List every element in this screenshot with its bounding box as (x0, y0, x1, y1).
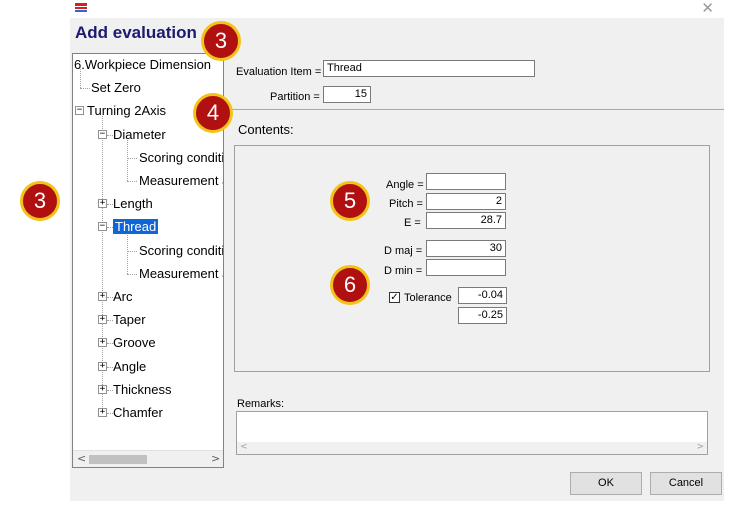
tolerance-checkbox[interactable]: ✓ (389, 292, 400, 303)
tree-item[interactable]: Angle (113, 357, 146, 377)
tolerance-label: Tolerance (404, 292, 452, 304)
tree-item-label: Set Zero (91, 80, 141, 96)
tree-item[interactable]: Arc (113, 287, 133, 307)
tree-item-label: Thickness (113, 381, 172, 397)
tree-item[interactable]: Taper (113, 310, 146, 330)
tree-connector (127, 250, 137, 252)
d-maj-label: D maj = (384, 245, 423, 257)
expand-icon[interactable]: + (98, 384, 107, 394)
collapse-icon[interactable]: − (98, 222, 107, 232)
expand-icon[interactable]: + (98, 315, 107, 325)
tree-item-label: Chamfer (113, 405, 163, 420)
tree-item[interactable]: 6.Workpiece Dimension (74, 55, 211, 75)
tree-connector (127, 157, 137, 159)
remarks-horizontal-scrollbar[interactable]: < > (237, 442, 707, 454)
tree-item[interactable]: Turning 2Axis (87, 101, 166, 121)
tree-item-label: Groove (113, 335, 156, 351)
tree-item[interactable]: Scoring conditio (139, 148, 224, 168)
title-bar: ✕ (70, 0, 724, 18)
tree-item[interactable]: Thickness (113, 380, 172, 400)
partition-field[interactable]: 15 (323, 86, 371, 103)
annotation-marker-3-tree: 3 (20, 181, 60, 221)
tree-item-label: Angle (113, 358, 147, 374)
tree-item-label: Scoring conditio (139, 149, 224, 165)
pitch-field[interactable]: 2 (426, 193, 506, 210)
add-evaluation-dialog: ✕ Add evaluation 6.Workpiece Dimension Se… (70, 0, 724, 501)
dialog-heading: Add evaluation (75, 23, 197, 42)
expand-icon[interactable]: + (98, 408, 107, 417)
tree-connector (127, 139, 128, 181)
expand-icon[interactable]: + (98, 292, 107, 301)
expand-icon[interactable]: + (98, 361, 107, 371)
angle-label: Angle = (386, 179, 424, 191)
scroll-left-icon[interactable]: < (77, 452, 86, 465)
tree-item[interactable]: Set Zero (91, 78, 141, 98)
tree-connector (80, 88, 90, 90)
cancel-button[interactable]: Cancel (650, 472, 722, 495)
tree-item[interactable]: Thread (113, 217, 159, 237)
collapse-icon[interactable]: − (98, 129, 107, 139)
remarks-scroll-right-icon[interactable]: > (696, 442, 704, 452)
tolerance-lower-field[interactable]: -0.25 (458, 307, 507, 324)
tree-item-label: Taper (113, 312, 146, 328)
collapse-icon[interactable]: − (75, 106, 84, 116)
tree-item-label: Turning 2Axis (87, 103, 166, 119)
e-field[interactable]: 28.7 (426, 212, 506, 229)
close-icon[interactable]: ✕ (701, 0, 714, 17)
scroll-thumb[interactable] (89, 455, 147, 464)
tree-item[interactable]: Scoring conditio (139, 241, 224, 261)
d-min-label: D min = (384, 265, 423, 277)
annotation-marker-6: 6 (330, 265, 370, 305)
tree-item-label: Thread (113, 219, 159, 235)
annotation-marker-5: 5 (330, 181, 370, 221)
tree-item-label: Measurement a (139, 173, 224, 188)
tree-connector (127, 181, 137, 182)
tree-horizontal-scrollbar[interactable]: < > (73, 450, 223, 467)
tree-item-label: Measurement a (139, 265, 224, 281)
annotation-marker-4: 4 (193, 93, 233, 133)
tolerance-upper-field[interactable]: -0.04 (458, 287, 507, 304)
remarks-input[interactable]: < > (236, 411, 708, 455)
tree-item[interactable]: Measurement a (139, 264, 224, 284)
tree-item[interactable]: Measurement a (139, 171, 224, 191)
tree-item[interactable]: Chamfer (113, 403, 163, 423)
evaluation-item-field[interactable]: Thread (323, 60, 535, 77)
tree-item-label: Arc (113, 289, 133, 304)
tree-item-label: Diameter (113, 126, 166, 142)
ok-button[interactable]: OK (570, 472, 642, 495)
tree-item-label: Length (113, 196, 153, 212)
evaluation-item-label: Evaluation Item = (236, 66, 322, 78)
contents-label: Contents: (238, 122, 294, 137)
e-label: E = (404, 217, 421, 229)
remarks-scroll-left-icon[interactable]: < (240, 442, 248, 452)
scroll-right-icon[interactable]: > (211, 452, 220, 465)
annotation-marker-3-heading: 3 (201, 21, 241, 61)
partition-label: Partition = (270, 91, 320, 103)
d-min-field[interactable] (426, 259, 506, 276)
expand-icon[interactable]: + (98, 199, 107, 209)
tree-item[interactable]: Groove (113, 333, 156, 353)
remarks-label: Remarks: (237, 398, 285, 410)
tree-item-label: 6.Workpiece Dimension (74, 57, 212, 72)
pitch-label: Pitch = (389, 198, 423, 210)
tree-connector (127, 273, 137, 275)
angle-field[interactable] (426, 173, 506, 190)
tree-item-label: Scoring conditio (139, 242, 224, 258)
tree-connector (127, 232, 128, 274)
tree-item[interactable]: Diameter (113, 125, 166, 145)
separator (228, 109, 724, 110)
tree-item[interactable]: Length (113, 194, 153, 214)
expand-icon[interactable]: + (98, 338, 107, 348)
app-logo-icon (74, 1, 88, 13)
d-maj-field[interactable]: 30 (426, 240, 506, 257)
